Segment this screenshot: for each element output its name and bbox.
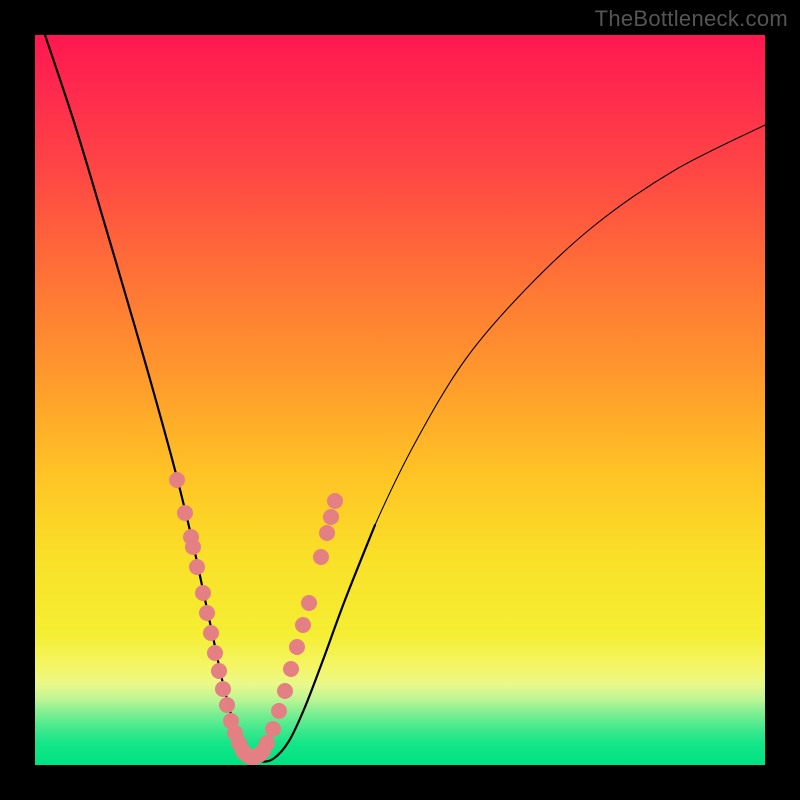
data-point — [259, 735, 275, 751]
chart-svg — [35, 35, 765, 765]
data-point — [327, 493, 343, 509]
chart-frame: TheBottleneck.com — [0, 0, 800, 800]
data-point — [219, 697, 235, 713]
data-point — [169, 472, 185, 488]
data-point — [323, 509, 339, 525]
data-point — [199, 605, 215, 621]
data-point — [319, 525, 335, 541]
data-point — [189, 559, 205, 575]
data-point — [185, 539, 201, 555]
watermark-text: TheBottleneck.com — [595, 6, 788, 32]
data-point — [301, 595, 317, 611]
data-point — [211, 663, 227, 679]
data-point — [177, 505, 193, 521]
data-point — [203, 625, 219, 641]
data-point — [289, 639, 305, 655]
data-point — [277, 683, 293, 699]
data-point — [271, 703, 287, 719]
data-point — [313, 549, 329, 565]
data-point — [283, 661, 299, 677]
data-point — [215, 681, 231, 697]
data-point — [207, 645, 223, 661]
data-point — [265, 721, 281, 737]
data-point-markers — [169, 472, 343, 765]
data-point — [295, 617, 311, 633]
bottleneck-curve — [45, 35, 765, 762]
plot-area — [35, 35, 765, 765]
data-point — [195, 585, 211, 601]
